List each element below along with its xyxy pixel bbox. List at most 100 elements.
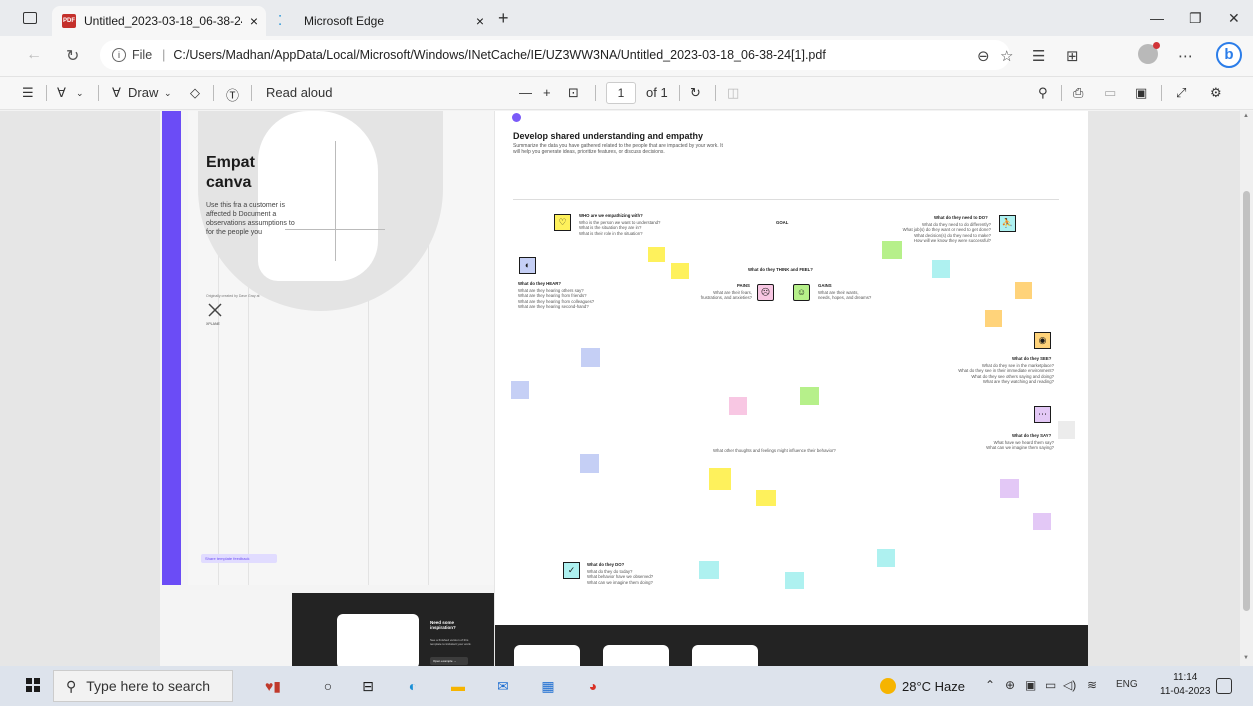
tab-pdf[interactable]: PDF Untitled_2023-03-18_06-38-24[1] × — [52, 6, 266, 36]
info-icon[interactable]: i — [112, 48, 126, 62]
close-tab-button[interactable]: × — [242, 13, 266, 29]
share-feedback-button[interactable]: Share template feedback — [201, 554, 277, 563]
divider — [335, 141, 336, 261]
chevron-down-icon[interactable]: ⌄ — [164, 88, 172, 99]
sticky-note — [648, 247, 665, 262]
sticky-note — [800, 387, 819, 405]
zoom-icon[interactable]: ⊖ — [977, 47, 990, 65]
example-card[interactable] — [514, 645, 580, 666]
word-icon[interactable]: ▦ — [537, 675, 559, 697]
see-questions: What do they see in the marketplace? What… — [958, 363, 1054, 384]
do-title: What do they DO? — [587, 562, 625, 567]
xplane-logo-icon — [208, 303, 222, 317]
mail-icon[interactable]: ✉ — [492, 675, 514, 697]
back-arrow-icon[interactable]: ← — [26, 46, 42, 64]
inspiration-title: Need some inspiration? — [430, 620, 456, 630]
refresh-icon[interactable]: ↻ — [66, 46, 79, 66]
minimize-button[interactable]: — — [1150, 10, 1164, 26]
weather-widget[interactable]: 28°C Haze — [880, 678, 965, 694]
taskbar-decoration-icon[interactable]: ♥▮ — [250, 675, 296, 697]
edge-icon[interactable]: ◐ — [402, 675, 424, 697]
scroll-thumb[interactable] — [1243, 191, 1250, 611]
speech-bubble-icon: ⋯ — [1034, 406, 1051, 423]
chrome-icon[interactable]: ◕ — [582, 675, 604, 697]
scroll-up-icon[interactable]: ▲ — [1243, 113, 1249, 119]
save-as-icon[interactable]: ▣ — [1135, 85, 1147, 101]
sticky-note — [1015, 282, 1032, 299]
tab-edge[interactable]: ⁚ Microsoft Edge × — [268, 6, 492, 36]
divider — [1161, 85, 1162, 101]
taskbar-search[interactable]: ⚲ Type here to search — [53, 670, 233, 702]
search-icon[interactable]: ⚲ — [1038, 85, 1048, 101]
zoom-in-button[interactable]: + — [543, 85, 551, 100]
person-icon: ⛹ — [999, 215, 1016, 232]
bing-icon[interactable]: b — [1216, 42, 1242, 68]
highlight-icon[interactable]: ∀ — [57, 85, 66, 101]
fullscreen-icon[interactable]: ⤢ — [1176, 85, 1186, 101]
notification-icon[interactable] — [1216, 678, 1232, 694]
contents-icon[interactable]: ☰ — [22, 85, 34, 101]
tray-app-icon[interactable]: ▣ — [1025, 678, 1036, 692]
pdf-viewer: Empat canva Use this fra a customer is a… — [0, 111, 1253, 666]
rotate-icon[interactable]: ↻ — [690, 85, 701, 101]
address-bar[interactable]: i File | C:/Users/Madhan/AppData/Local/M… — [100, 40, 1010, 70]
language-indicator[interactable]: ENG — [1116, 679, 1138, 690]
settings-gear-icon[interactable]: ⚙ — [1210, 85, 1222, 101]
sticky-note — [709, 468, 731, 490]
eraser-icon[interactable]: ◇ — [190, 85, 200, 101]
example-card[interactable] — [692, 645, 758, 666]
windows-start-icon[interactable] — [26, 678, 40, 692]
favorites-icon[interactable]: ☰ — [1032, 47, 1045, 65]
close-window-button[interactable]: ✕ — [1228, 10, 1240, 27]
volume-icon[interactable]: ◁) — [1063, 678, 1076, 692]
address-bar-row: ← ↻ i File | C:/Users/Madhan/AppData/Loc… — [0, 36, 1253, 76]
read-aloud-button[interactable]: Read aloud — [266, 85, 333, 100]
fit-width-icon[interactable]: ⊡ — [568, 85, 579, 101]
clock[interactable]: 11:14 11-04-2023 — [1160, 671, 1210, 699]
sticky-note — [756, 490, 776, 506]
example-card[interactable] — [603, 645, 669, 666]
restore-button[interactable]: ❐ — [1189, 10, 1202, 27]
show-hidden-icons-icon[interactable]: ⌃ — [985, 678, 995, 692]
head-silhouette — [258, 111, 378, 281]
tab-actions-icon[interactable] — [23, 12, 37, 24]
hear-title: What do they HEAR? — [518, 281, 561, 286]
page-number-input[interactable]: 1 — [606, 82, 636, 104]
favorite-star-icon[interactable]: ☆ — [1000, 47, 1013, 65]
page-bottom-band — [495, 625, 1088, 666]
sticky-note — [1000, 479, 1019, 498]
page-total: of 1 — [646, 85, 668, 100]
status-dot — [512, 113, 521, 122]
draw-icon[interactable]: ∀ — [112, 85, 121, 101]
battery-icon[interactable]: ▭ — [1045, 678, 1056, 692]
close-tab-button[interactable]: × — [468, 13, 492, 29]
sticky-note — [671, 263, 689, 279]
zoom-out-button[interactable]: — — [519, 85, 532, 100]
draw-button[interactable]: Draw — [128, 85, 158, 100]
vertical-scrollbar[interactable]: ▲ ▼ — [1240, 111, 1253, 666]
text-icon[interactable]: Ⓣ — [226, 85, 239, 104]
open-example-button[interactable]: Open example → — [430, 657, 468, 665]
page-view-icon[interactable]: ◫ — [727, 85, 739, 101]
chevron-down-icon[interactable]: ⌄ — [76, 88, 84, 99]
sticky-note — [882, 241, 902, 259]
file-explorer-icon[interactable]: ▬ — [447, 675, 469, 697]
weather-text: 28°C Haze — [902, 678, 966, 694]
more-options-icon[interactable]: ⋯ — [1178, 47, 1193, 65]
profile-avatar[interactable] — [1138, 42, 1160, 64]
credit-text: Originally created by Dave Gray at — [206, 294, 260, 298]
task-view-icon[interactable]: ⊟ — [357, 675, 379, 697]
gains-title: GAINS — [818, 283, 832, 288]
print-icon[interactable]: ⎙ — [1073, 85, 1083, 101]
url-text[interactable]: C:/Users/Madhan/AppData/Local/Microsoft/… — [173, 48, 825, 62]
save-icon[interactable]: ▭ — [1104, 85, 1116, 101]
new-tab-button[interactable]: + — [498, 8, 509, 29]
example-thumbnail[interactable] — [337, 614, 419, 666]
separator: | — [162, 48, 166, 62]
scroll-down-icon[interactable]: ▼ — [1243, 655, 1249, 661]
cortana-icon[interactable]: ○ — [317, 675, 339, 697]
tray-icon[interactable]: ⊕ — [1005, 678, 1015, 692]
wifi-icon[interactable]: ≋ — [1087, 678, 1097, 692]
pdf-icon: PDF — [62, 14, 76, 28]
collections-icon[interactable]: ⊞ — [1066, 47, 1079, 65]
